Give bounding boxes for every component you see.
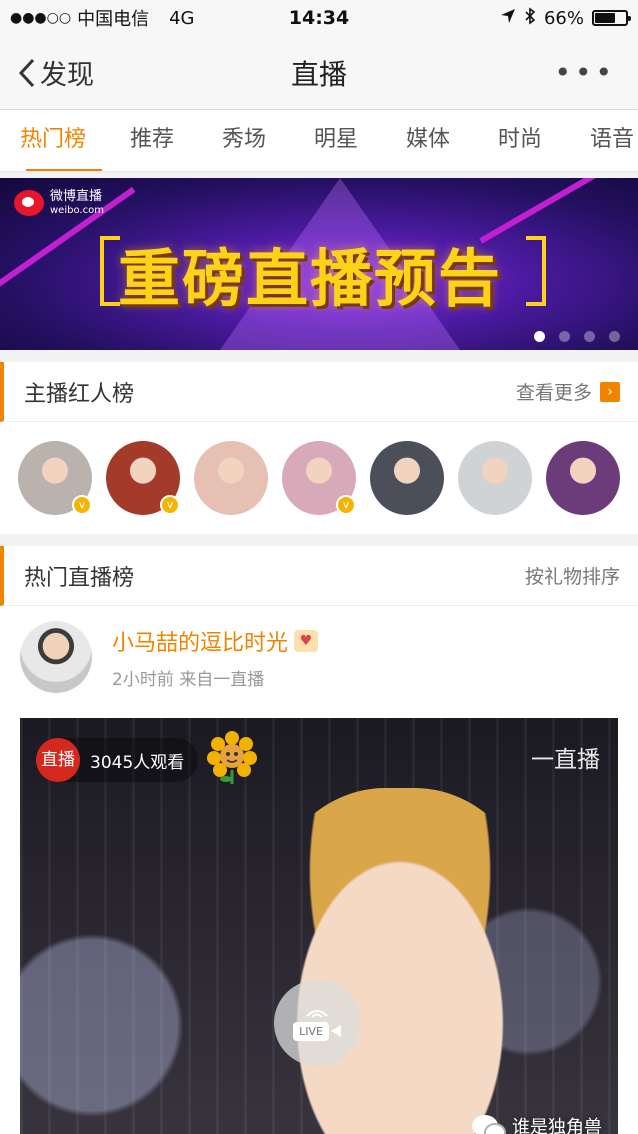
carrier-name: 中国电信	[77, 9, 150, 30]
logo-domain: weibo.com	[50, 204, 104, 216]
bracket-decoration	[100, 236, 120, 306]
pager-dot[interactable]	[584, 331, 595, 342]
anchor-ranking-section: 主播红人榜 查看更多 › v v v	[0, 362, 638, 534]
viewer-count: 3045人观看	[90, 752, 185, 773]
view-more-label: 查看更多	[515, 382, 592, 404]
tab-show[interactable]: 秀场	[198, 110, 290, 171]
camera-live-label: LIVE	[293, 1021, 329, 1041]
anchor-avatar-list: v v v	[0, 422, 638, 534]
back-label: 发现	[40, 60, 94, 91]
signal-icon: ●●●○○	[10, 10, 72, 26]
view-more-link[interactable]: 查看更多 ›	[516, 378, 620, 405]
banner-headline: 重磅直播预告	[118, 242, 503, 315]
sunflower-icon	[207, 731, 257, 784]
sort-by-gift-button[interactable]: 按礼物排序	[525, 562, 620, 589]
tab-hot[interactable]: 热门榜	[0, 110, 106, 171]
tab-star[interactable]: 明星	[290, 110, 382, 171]
back-button[interactable]: 发现	[0, 53, 94, 92]
tab-fashion[interactable]: 时尚	[474, 110, 566, 171]
weibo-live-logo: 微博直播 weibo.com	[14, 190, 104, 216]
yizhibo-brand: 一直播	[531, 747, 600, 773]
logo-text: 微博直播	[50, 189, 103, 205]
verified-icon: v	[160, 495, 180, 515]
user-name[interactable]: 小马喆的逗比时光	[112, 625, 288, 657]
video-camera-icon	[330, 1025, 341, 1037]
tab-media[interactable]: 媒体	[382, 110, 474, 171]
verified-icon: v	[336, 495, 356, 515]
anchor-avatar[interactable]	[370, 441, 444, 515]
pager-dot[interactable]	[609, 331, 620, 342]
pager-dot[interactable]	[559, 331, 570, 342]
tab-recommend[interactable]: 推荐	[106, 110, 198, 171]
anchor-avatar[interactable]	[194, 441, 268, 515]
navigation-bar: 发现 直播 •••	[0, 36, 638, 110]
section-title: 主播红人榜	[24, 381, 135, 407]
arrow-right-icon: ›	[600, 381, 620, 402]
section-header: 热门直播榜 按礼物排序	[0, 546, 638, 606]
anchor-avatar[interactable]: v	[18, 441, 92, 515]
bracket-decoration	[526, 236, 546, 306]
anchor-avatar[interactable]	[546, 441, 620, 515]
streamer-photo	[250, 788, 550, 1134]
live-stream-thumbnail[interactable]: 直播 3045人观看 一直播 LIVE 谁是独角兽	[20, 718, 618, 1134]
bluetooth-icon	[524, 6, 536, 30]
verified-icon: v	[72, 495, 92, 515]
live-card: 直播 3045人观看 一直播 LIVE 谁是独角兽	[0, 708, 638, 1134]
avatar[interactable]	[20, 621, 92, 693]
live-tag: 直播	[36, 738, 80, 782]
wechat-watermark: 谁是独角兽	[472, 1113, 602, 1134]
tab-voice[interactable]: 语音	[566, 110, 638, 171]
page-title: 直播	[290, 57, 347, 91]
post-header: 小马喆的逗比时光 ♥ 2小时前 来自一直播	[0, 606, 638, 708]
post-meta: 2小时前 来自一直播	[112, 669, 265, 690]
category-tabs: 热门榜 推荐 秀场 明星 媒体 时尚 语音	[0, 110, 638, 172]
anchor-avatar[interactable]	[458, 441, 532, 515]
anchor-avatar[interactable]: v	[282, 441, 356, 515]
battery-percent: 66%	[543, 7, 584, 29]
live-viewer-pill: 直播 3045人观看	[36, 738, 199, 782]
section-title: 热门直播榜	[24, 565, 135, 591]
heart-badge-icon: ♥	[294, 629, 319, 652]
network-type: 4G	[169, 7, 195, 29]
hot-live-section: 热门直播榜 按礼物排序 小马喆的逗比时光 ♥ 2小时前 来自一直播 直播 304…	[0, 546, 638, 1134]
more-button[interactable]: •••	[554, 56, 638, 89]
wifi-signal-icon	[306, 1009, 328, 1018]
anchor-avatar[interactable]: v	[106, 441, 180, 515]
banner-pager	[534, 331, 620, 342]
section-header: 主播红人榜 查看更多 ›	[0, 362, 638, 422]
weibo-logo-icon	[14, 190, 44, 216]
promo-banner[interactable]: 微博直播 weibo.com 重磅直播预告	[0, 178, 638, 350]
pager-dot[interactable]	[534, 331, 545, 342]
chevron-left-icon	[18, 58, 35, 87]
battery-icon	[592, 10, 631, 26]
live-camera-button[interactable]: LIVE	[274, 980, 360, 1066]
status-bar: ●●●○○ 中国电信 4G 14:34 66%	[0, 0, 638, 36]
watermark-text: 谁是独角兽	[512, 1117, 602, 1134]
location-icon	[500, 8, 516, 29]
wechat-icon	[472, 1115, 506, 1134]
